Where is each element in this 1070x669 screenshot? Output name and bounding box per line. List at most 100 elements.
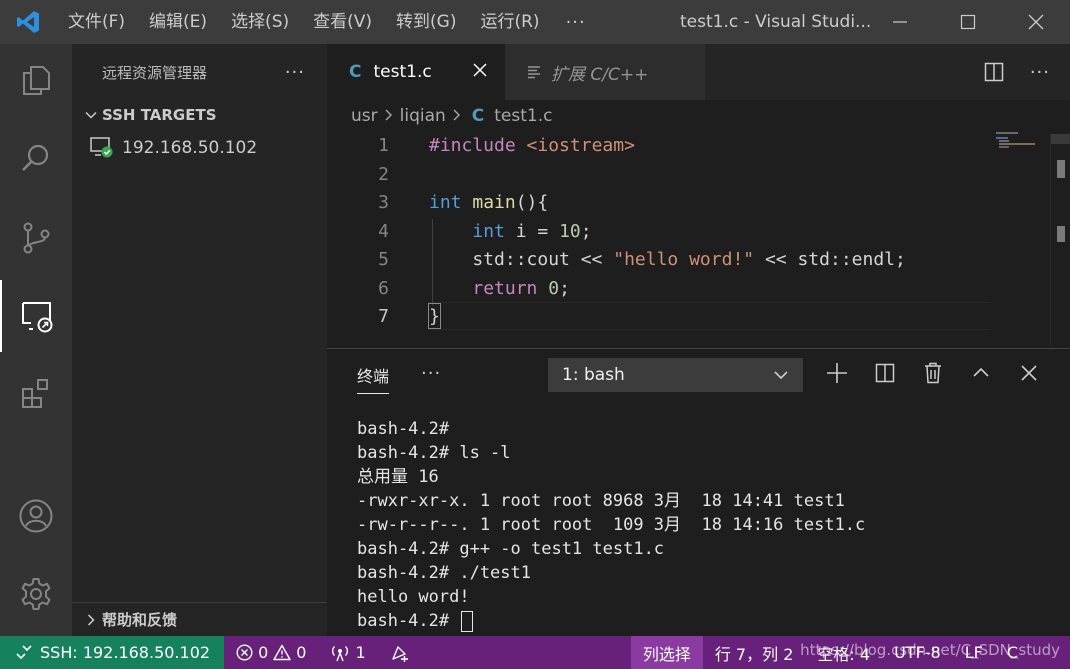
- close-tab-button[interactable]: [473, 62, 487, 82]
- c-file-icon: C: [349, 62, 362, 82]
- live-share-icon: [391, 645, 408, 662]
- bottom-panel: 终端 ··· 1: bash bash-4.2# bash-4.2# ls -l…: [327, 348, 1070, 636]
- editor-tab-bar: C test1.c 扩展 C/C++ ···: [327, 44, 1070, 100]
- maximize-panel-button[interactable]: [969, 361, 993, 385]
- menu-selection[interactable]: 选择(S): [219, 0, 301, 44]
- warning-icon: [273, 644, 291, 661]
- code-editor[interactable]: 1 #include <iostream> 2 3 int main(){ 4 …: [327, 132, 990, 346]
- breadcrumb-usr[interactable]: usr: [351, 106, 378, 126]
- extensions-activity-button[interactable]: [0, 358, 72, 430]
- ssh-host-item[interactable]: 192.168.50.102: [72, 130, 327, 166]
- chevron-down-icon: [80, 109, 102, 121]
- tab-extension-cpp[interactable]: 扩展 C/C++: [505, 44, 705, 100]
- preview-list-icon: [527, 65, 541, 79]
- remote-explorer-activity-button[interactable]: [0, 280, 72, 352]
- editor-scrollbar[interactable]: [1050, 132, 1070, 346]
- remote-label: SSH: 192.168.50.102: [40, 643, 211, 662]
- watermark: https://blog.csdn.net/C_SDN_study: [800, 641, 1060, 659]
- panel-more-button[interactable]: ···: [421, 363, 441, 384]
- code-line: 3 int main(){: [327, 189, 990, 218]
- breadcrumb-file[interactable]: test1.c: [494, 106, 552, 126]
- code-line: 4 int i = 10;: [327, 218, 990, 247]
- tab-label: 扩展 C/C++: [551, 64, 649, 85]
- minimap[interactable]: [990, 132, 1050, 346]
- panel-actions: [825, 361, 1041, 385]
- manage-activity-button[interactable]: [0, 558, 72, 630]
- close-icon: [1028, 14, 1044, 30]
- menu-bar: 文件(F) 编辑(E) 选择(S) 查看(V) 转到(G) 运行(R) ···: [56, 0, 600, 44]
- code-line: 6 return 0;: [327, 275, 990, 304]
- broadcast-icon: [332, 645, 349, 661]
- sidebar-title: 远程资源管理器: [102, 63, 208, 82]
- split-terminal-button[interactable]: [873, 361, 897, 385]
- indent-guide: [432, 219, 433, 305]
- c-file-icon: C: [471, 106, 485, 126]
- maximize-button[interactable]: [934, 0, 1002, 44]
- split-editor-button[interactable]: [984, 62, 1004, 82]
- help-feedback-section-header[interactable]: 帮助和反馈: [72, 602, 327, 636]
- split-editor-icon: [875, 363, 895, 383]
- chevron-right-icon: [80, 613, 102, 626]
- menu-run[interactable]: 运行(R): [468, 0, 551, 44]
- code-line: 5 std::cout << "hello word!" << std::end…: [327, 246, 990, 275]
- terminal-line: -rwxr-xr-x. 1 root root 8968 3月 18 14:41…: [357, 491, 845, 511]
- source-control-activity-button[interactable]: [0, 202, 72, 274]
- close-panel-button[interactable]: [1017, 361, 1041, 385]
- split-editor-icon: [984, 62, 1004, 82]
- line-number: 5: [378, 249, 389, 270]
- ssh-targets-section-header[interactable]: SSH TARGETS: [72, 100, 327, 130]
- cursor-position-indicator[interactable]: 行 7，列 2: [703, 636, 806, 669]
- kill-terminal-button[interactable]: [921, 361, 945, 385]
- breadcrumb-liqian[interactable]: liqian: [400, 106, 446, 126]
- terminal-line: bash-4.2#: [357, 419, 450, 439]
- accounts-activity-button[interactable]: [0, 480, 72, 552]
- menu-file[interactable]: 文件(F): [56, 0, 137, 44]
- sidebar-more-button[interactable]: ···: [285, 62, 305, 83]
- ssh-targets-label: SSH TARGETS: [102, 106, 217, 124]
- terminal-line: bash-4.2# ls -l: [357, 443, 511, 463]
- close-icon: [1021, 365, 1037, 381]
- account-icon: [19, 499, 53, 533]
- menu-go[interactable]: 转到(G): [384, 0, 468, 44]
- activity-bar: [0, 44, 72, 636]
- line-number: 2: [378, 163, 389, 185]
- remote-icon: [16, 644, 32, 659]
- minimap-preview: [996, 132, 1035, 148]
- tab-terminal[interactable]: 终端: [357, 363, 390, 394]
- terminal-select-dropdown[interactable]: 1: bash: [548, 358, 803, 392]
- ssh-host-label: 192.168.50.102: [122, 138, 258, 158]
- tab-test1-c[interactable]: C test1.c: [327, 44, 505, 100]
- maximize-icon: [960, 14, 976, 30]
- live-share-indicator[interactable]: [378, 636, 422, 669]
- panel-header: 终端 ··· 1: bash: [327, 349, 1070, 401]
- source-control-icon: [23, 222, 50, 254]
- problems-indicator[interactable]: 0 0: [224, 636, 318, 669]
- code-text: int i = 10;: [472, 220, 592, 242]
- remote-indicator[interactable]: SSH: 192.168.50.102: [0, 636, 225, 669]
- close-window-button[interactable]: [1002, 0, 1070, 44]
- minimize-button[interactable]: [866, 0, 934, 44]
- new-terminal-button[interactable]: [825, 361, 849, 385]
- search-activity-button[interactable]: [0, 122, 72, 194]
- files-icon: [23, 66, 50, 95]
- chevron-right-icon: [384, 106, 394, 126]
- code-text: return 0;: [472, 277, 570, 299]
- menu-view[interactable]: 查看(V): [301, 0, 384, 44]
- terminal-line: 总用量 16: [357, 467, 439, 487]
- menu-more-button[interactable]: ···: [552, 12, 600, 33]
- code-text: std::cout << "hello word!" << std::endl;: [429, 249, 906, 270]
- remote-explorer-sidebar: 远程资源管理器 ··· SSH TARGETS 192.168.50.102 帮…: [72, 44, 327, 636]
- more-actions-button[interactable]: ···: [1030, 62, 1050, 83]
- selection-mode-indicator[interactable]: 列选择: [630, 636, 703, 669]
- minimize-icon: [893, 21, 907, 23]
- remote-explorer-icon: [22, 302, 53, 333]
- explorer-activity-button[interactable]: [0, 44, 72, 116]
- search-icon: [22, 144, 49, 171]
- line-number: 6: [378, 277, 389, 299]
- terminal-line: bash-4.2# g++ -o test1 test1.c: [357, 539, 665, 559]
- chevron-down-icon: [773, 367, 789, 388]
- menu-edit[interactable]: 编辑(E): [137, 0, 219, 44]
- ports-indicator[interactable]: 1: [318, 636, 377, 669]
- title-bar: 文件(F) 编辑(E) 选择(S) 查看(V) 转到(G) 运行(R) ··· …: [0, 0, 1070, 44]
- terminal-output[interactable]: bash-4.2# bash-4.2# ls -l 总用量 16 -rwxr-x…: [357, 417, 865, 633]
